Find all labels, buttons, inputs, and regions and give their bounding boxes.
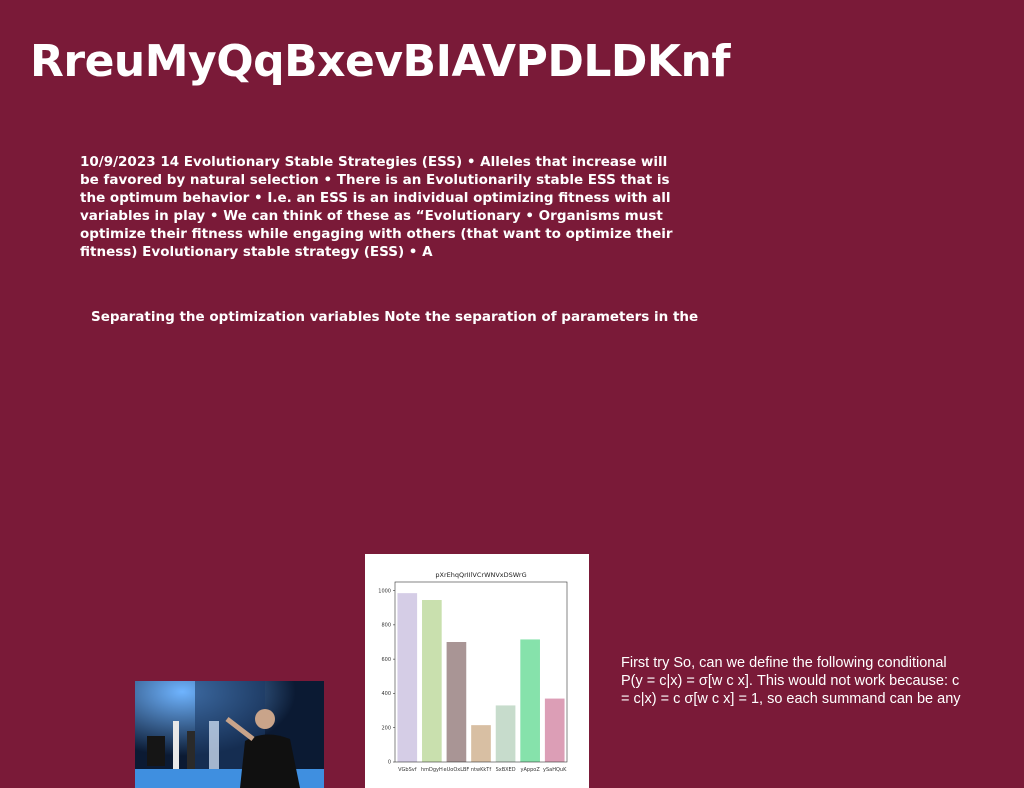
y-tick-label: 800 — [381, 623, 391, 629]
optimization-text-line: Separating the optimization variables No… — [91, 309, 699, 325]
y-tick-label: 400 — [381, 691, 391, 697]
x-tick-label: ySaHQuK — [543, 767, 567, 773]
slide-title: RreuMyQqBxevBIAVPDLDKnf — [30, 36, 730, 87]
conditional-text-line-3: = c|x) = c σ[w c x] = 1, so each summand… — [621, 691, 961, 707]
y-tick-label: 200 — [381, 725, 391, 731]
x-tick-label: eUoOxLBF — [444, 767, 470, 773]
photo-illustration — [135, 681, 324, 788]
x-tick-label: hmDgyH — [421, 767, 443, 773]
chart-bar — [422, 600, 442, 762]
chart-bar — [471, 725, 491, 762]
bar-chart: pXrEhqQrIIlVCrWNVxDSWrG VGbSvf hmDgyH eUoOx… — [365, 554, 589, 788]
y-tick-label: 1000 — [378, 588, 391, 594]
chart-bar — [495, 705, 516, 762]
bartender-photo — [135, 681, 324, 788]
ess-text-block: 10/9/2023 14 Evolutionary Stable Strateg… — [80, 154, 673, 260]
x-tick-label: VGbSvf — [398, 767, 417, 773]
y-tick-label: 0 — [388, 760, 391, 766]
x-tick-label: yAppoZ — [521, 767, 541, 773]
x-tick-label: SxBXED — [496, 767, 516, 773]
y-tick-label: 600 — [381, 657, 391, 663]
bar-chart-svg: pXrEhqQrIIlVCrWNVxDSWrG VGbSvf hmDgyH eUoOx… — [378, 571, 568, 773]
chart-bar — [544, 698, 565, 762]
chart-title: pXrEhqQrIIlVCrWNVxDSWrG — [435, 571, 526, 579]
chart-bar — [446, 642, 467, 762]
chart-bar — [520, 639, 540, 762]
conditional-text-line-2: P(y = c|x) = σ[w c x]. This would not wo… — [621, 673, 960, 689]
conditional-text-block: First try So, can we define the followin… — [621, 654, 1021, 708]
chart-bar — [397, 593, 418, 762]
conditional-text-line-1: First try So, can we define the followin… — [621, 655, 947, 671]
x-tick-label: ntwKkTf — [471, 767, 491, 773]
